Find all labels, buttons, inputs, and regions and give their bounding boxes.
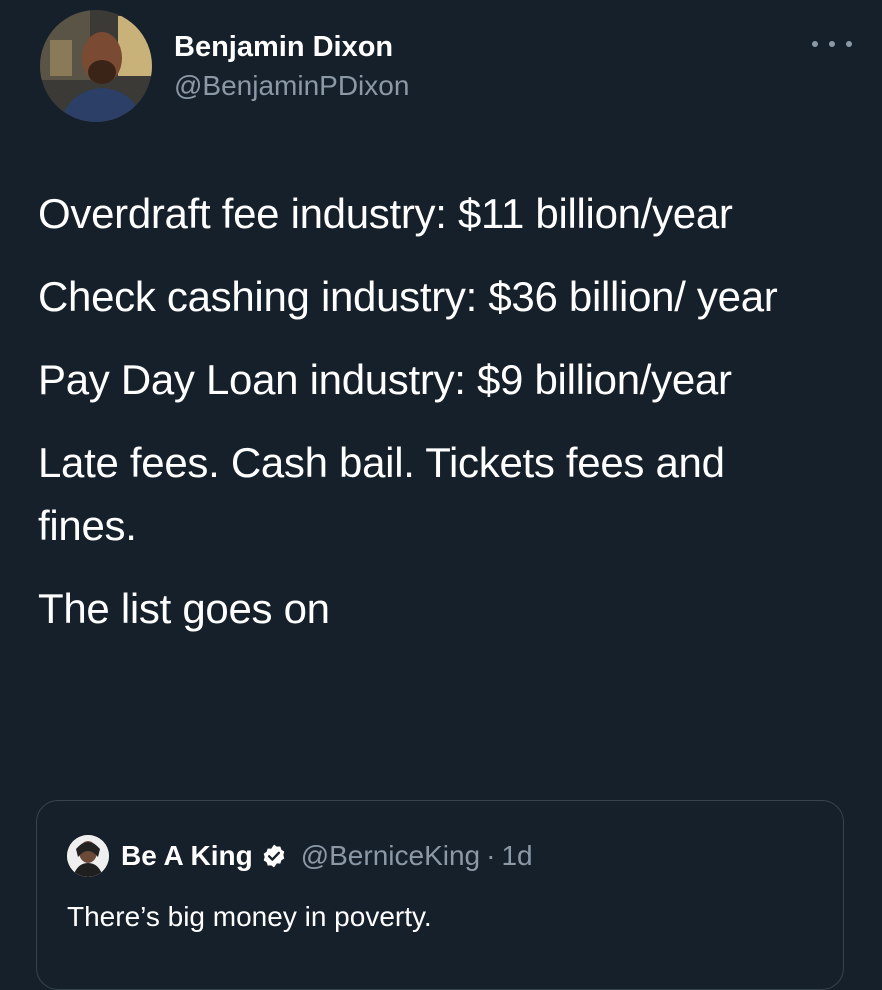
quoted-author-handle[interactable]: @BerniceKing: [301, 840, 480, 872]
quoted-tweet-header: Be A King @BerniceKing · 1d: [67, 835, 533, 877]
verified-badge-icon: [261, 843, 287, 869]
author-handle[interactable]: @BenjaminPDixon: [174, 68, 409, 104]
more-horizontal-icon-dot: [846, 41, 852, 47]
tweet-line-overdraft: Overdraft fee industry: $11 billion/year: [38, 190, 733, 237]
more-horizontal-icon: [812, 41, 818, 47]
tweet-line-check-cashing: Check cashing industry: $36 billion/ yea…: [38, 273, 778, 320]
more-horizontal-icon-dot: [829, 41, 835, 47]
quoted-tweet-text: There’s big money in poverty.: [67, 901, 432, 932]
quoted-author-name[interactable]: Be A King: [121, 840, 253, 872]
quoted-avatar[interactable]: [67, 835, 109, 877]
tweet-text: Overdraft fee industry: $11 billion/year…: [38, 182, 848, 660]
profile-photo-icon: [40, 10, 152, 122]
tweet-line-late-fees: Late fees. Cash bail. Tickets fees and f…: [38, 439, 725, 549]
more-options-button[interactable]: [812, 34, 852, 54]
tweet-line-list-goes-on: The list goes on: [38, 585, 330, 632]
quoted-profile-photo-icon: [67, 835, 109, 877]
avatar[interactable]: [40, 10, 152, 122]
quoted-tweet-card[interactable]: Be A King @BerniceKing · 1d There’s big …: [36, 800, 844, 990]
author-name[interactable]: Benjamin Dixon: [174, 30, 409, 64]
author-info: Benjamin Dixon @BenjaminPDixon: [174, 30, 409, 104]
tweet-line-payday-loan: Pay Day Loan industry: $9 billion/year: [38, 356, 732, 403]
quoted-timestamp[interactable]: 1d: [501, 840, 532, 872]
tweet-header: Benjamin Dixon @BenjaminPDixon: [40, 10, 852, 130]
separator-dot: ·: [486, 840, 496, 871]
